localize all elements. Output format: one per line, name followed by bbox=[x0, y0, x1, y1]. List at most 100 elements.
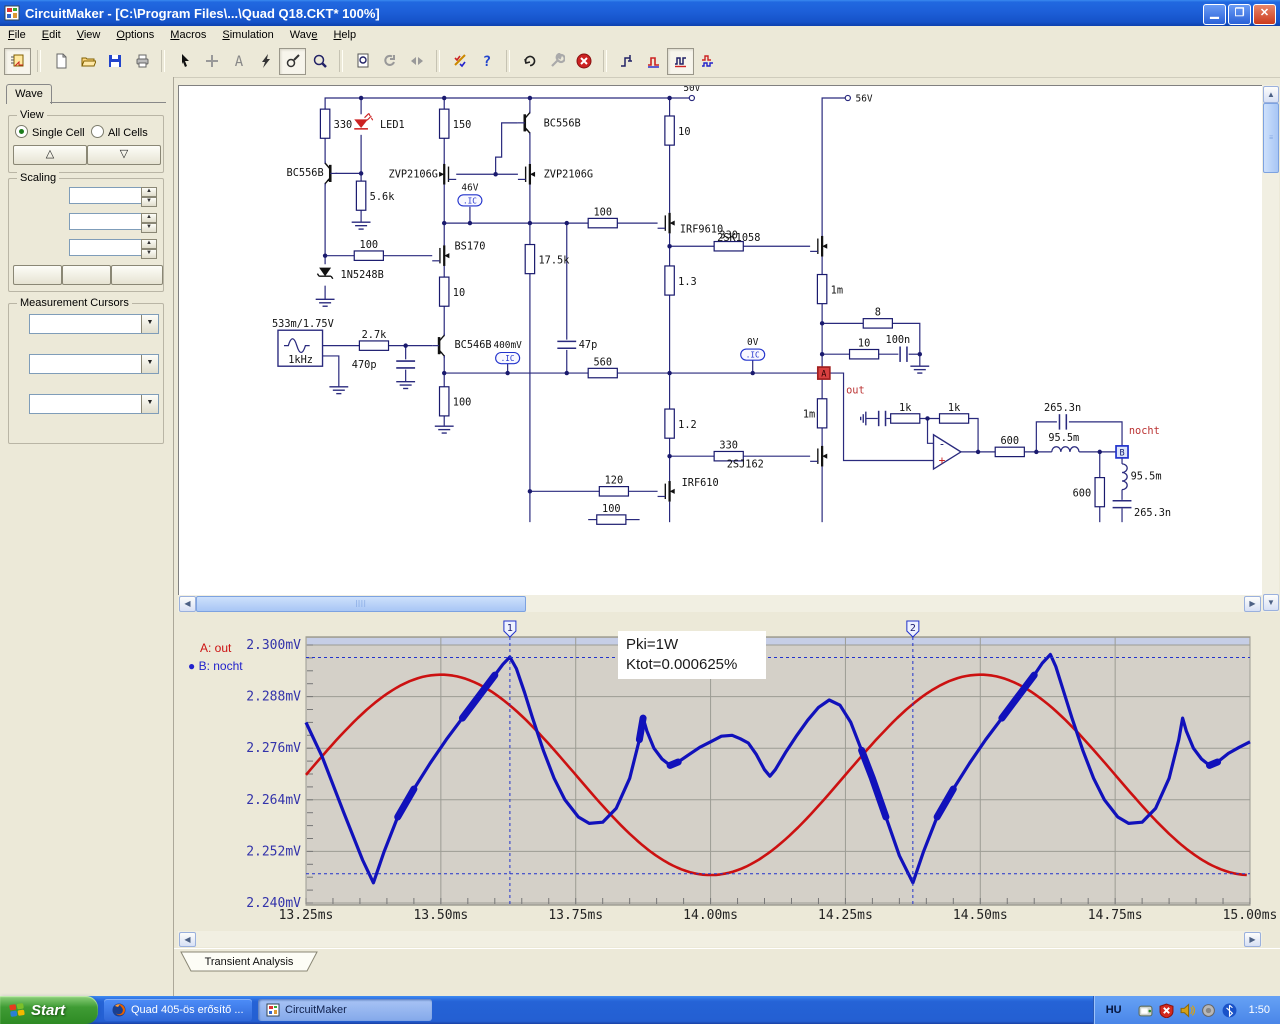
rotate-icon[interactable] bbox=[376, 48, 403, 75]
resistor-600[interactable] bbox=[1094, 477, 1106, 508]
cell-down-button[interactable]: ▽ bbox=[87, 145, 161, 165]
menu-options[interactable]: Options bbox=[108, 26, 162, 45]
resistor-8[interactable] bbox=[862, 318, 893, 329]
radio-all-cells[interactable]: All Cells bbox=[91, 125, 148, 143]
tab-transient-analysis[interactable]: Transient Analysis bbox=[179, 951, 319, 973]
part-browser-icon[interactable] bbox=[4, 47, 31, 75]
mirror-icon[interactable] bbox=[403, 48, 430, 75]
resistor-1.3[interactable] bbox=[664, 265, 675, 296]
tab-wave[interactable]: Wave bbox=[6, 84, 52, 104]
spin-down-icon[interactable]: ▼ bbox=[141, 223, 157, 233]
radio-single-cell[interactable]: Single Cell bbox=[15, 125, 85, 143]
new-file-icon[interactable] bbox=[47, 48, 74, 75]
resistor-1.2[interactable] bbox=[664, 408, 675, 439]
resistor-100[interactable] bbox=[587, 217, 618, 229]
wave-scroll-right-icon[interactable]: ▶ bbox=[1244, 932, 1261, 947]
schematic-hscrollbar[interactable]: ◀ |||| ▶ bbox=[178, 595, 1262, 612]
taskbar-task-0[interactable]: Quad 405-ös erősítő ... bbox=[104, 999, 252, 1021]
menu-edit[interactable]: Edit bbox=[34, 26, 69, 45]
volume-icon[interactable] bbox=[1180, 1002, 1195, 1018]
vscroll-thumb[interactable]: ≡ bbox=[1263, 103, 1279, 173]
print-icon[interactable] bbox=[128, 48, 155, 75]
legend-entry-b[interactable]: ● B: nocht bbox=[188, 659, 243, 673]
select-arrow-icon[interactable] bbox=[171, 48, 198, 75]
reset-sim-icon[interactable] bbox=[516, 48, 543, 75]
taskbar-task-1[interactable]: CircuitMaker bbox=[258, 999, 432, 1021]
cell-up-button[interactable]: △ bbox=[13, 145, 87, 165]
zoom-tool-icon[interactable] bbox=[306, 48, 333, 75]
cursor-select-0[interactable]: ▼ bbox=[29, 314, 159, 334]
scaling-input-1[interactable] bbox=[69, 213, 143, 230]
resistor-1m[interactable] bbox=[816, 273, 828, 305]
cursor-diff-select[interactable]: ▼ bbox=[29, 394, 159, 414]
spin-up-icon[interactable]: ▲ bbox=[141, 187, 157, 197]
scaling-button-auto-y[interactable] bbox=[111, 265, 163, 285]
scroll-up-icon[interactable]: ▲ bbox=[1263, 86, 1279, 103]
bluetooth-icon[interactable] bbox=[1222, 1003, 1237, 1018]
spin-down-icon[interactable]: ▼ bbox=[141, 197, 157, 207]
scroll-right-icon[interactable]: ▶ bbox=[1244, 596, 1261, 612]
resistor-2.7k[interactable] bbox=[358, 340, 390, 351]
resistor-100[interactable] bbox=[353, 250, 384, 261]
place-part-icon[interactable] bbox=[198, 48, 225, 75]
scaling-input-2[interactable] bbox=[69, 239, 143, 256]
resistor-10[interactable] bbox=[664, 115, 675, 146]
menu-wave[interactable]: Wave bbox=[282, 26, 326, 45]
help-icon[interactable]: ? bbox=[473, 48, 500, 75]
spin-up-icon[interactable]: ▲ bbox=[141, 239, 157, 249]
dropdown-arrow-icon[interactable]: ▼ bbox=[141, 355, 158, 373]
open-file-icon[interactable] bbox=[74, 48, 101, 75]
language-indicator[interactable]: HU bbox=[1106, 1004, 1122, 1016]
scroll-left-icon[interactable]: ◀ bbox=[179, 596, 196, 612]
dropdown-arrow-icon[interactable]: ▼ bbox=[141, 315, 158, 333]
start-button[interactable]: Start bbox=[0, 996, 98, 1024]
legend-entry-a[interactable]: A: out bbox=[200, 641, 243, 655]
plot-annotation[interactable]: Pki=1W Ktot=0.000625% bbox=[618, 631, 766, 679]
scaling-spinner-2[interactable]: ▲ ▼ bbox=[141, 239, 157, 259]
place-text-icon[interactable]: A bbox=[225, 48, 252, 75]
resistor-120[interactable] bbox=[598, 486, 630, 497]
hscroll-thumb[interactable]: |||| bbox=[196, 596, 526, 612]
security-shield-icon[interactable] bbox=[1159, 1003, 1174, 1018]
resistor-100[interactable] bbox=[438, 386, 450, 417]
dropdown-arrow-icon[interactable]: ▼ bbox=[141, 395, 158, 413]
radio-all-cells-dot[interactable] bbox=[91, 125, 104, 138]
stop-sim-icon[interactable] bbox=[570, 48, 597, 75]
schematic-area[interactable]: 330 5.6k 150 10 17.5k 10 1.3 1.2 100 1m 1m 600 100 10… bbox=[178, 83, 1263, 595]
audio-device-icon[interactable] bbox=[1201, 1003, 1216, 1018]
spin-down-icon[interactable]: ▼ bbox=[141, 249, 157, 259]
probe-tool-icon[interactable] bbox=[279, 47, 306, 75]
menu-file[interactable]: File bbox=[0, 26, 34, 45]
schematic-canvas[interactable]: 330 5.6k 150 10 17.5k 10 1.3 1.2 100 1m 1m 600 100 10… bbox=[179, 83, 1263, 595]
minimize-button[interactable]: ▁ bbox=[1203, 4, 1226, 25]
scaling-button-fit-y[interactable] bbox=[62, 265, 111, 285]
menu-macros[interactable]: Macros bbox=[162, 26, 214, 45]
restore-button[interactable]: ❐ bbox=[1228, 4, 1251, 25]
resistor-100[interactable] bbox=[596, 514, 627, 525]
scaling-spinner-0[interactable]: ▲ ▼ bbox=[141, 187, 157, 207]
resistor-10[interactable] bbox=[438, 276, 450, 307]
menu-help[interactable]: Help bbox=[325, 26, 364, 45]
radio-single-cell-dot[interactable] bbox=[15, 125, 28, 138]
tablet-icon[interactable] bbox=[1138, 1003, 1153, 1018]
scope-probe-icon[interactable] bbox=[613, 48, 640, 75]
wave-scroll-left-icon[interactable]: ◀ bbox=[179, 932, 196, 947]
resistor-560[interactable] bbox=[587, 367, 618, 379]
schematic-vscrollbar[interactable]: ▲ ≡ ▼ bbox=[1262, 85, 1279, 612]
analyses-window-icon[interactable] bbox=[667, 47, 694, 75]
resistor-1k[interactable] bbox=[890, 413, 921, 424]
menu-simulation[interactable]: Simulation bbox=[214, 26, 281, 45]
resistor-600[interactable] bbox=[994, 446, 1025, 458]
digital-analog-sim-icon[interactable] bbox=[446, 48, 473, 75]
delete-tool-icon[interactable] bbox=[252, 48, 279, 75]
save-icon[interactable] bbox=[101, 48, 128, 75]
resistor-17.5k[interactable] bbox=[524, 243, 536, 275]
resistor-1k[interactable] bbox=[938, 413, 970, 424]
digital-waveforms-icon[interactable] bbox=[694, 48, 721, 75]
resistor-1m[interactable] bbox=[816, 398, 828, 429]
scaling-button-fit-x[interactable] bbox=[13, 265, 62, 285]
zoom-page-icon[interactable] bbox=[349, 48, 376, 75]
options-wrench-icon[interactable] bbox=[543, 48, 570, 75]
resistor-330[interactable] bbox=[319, 108, 331, 139]
resistor-10[interactable] bbox=[848, 348, 880, 360]
